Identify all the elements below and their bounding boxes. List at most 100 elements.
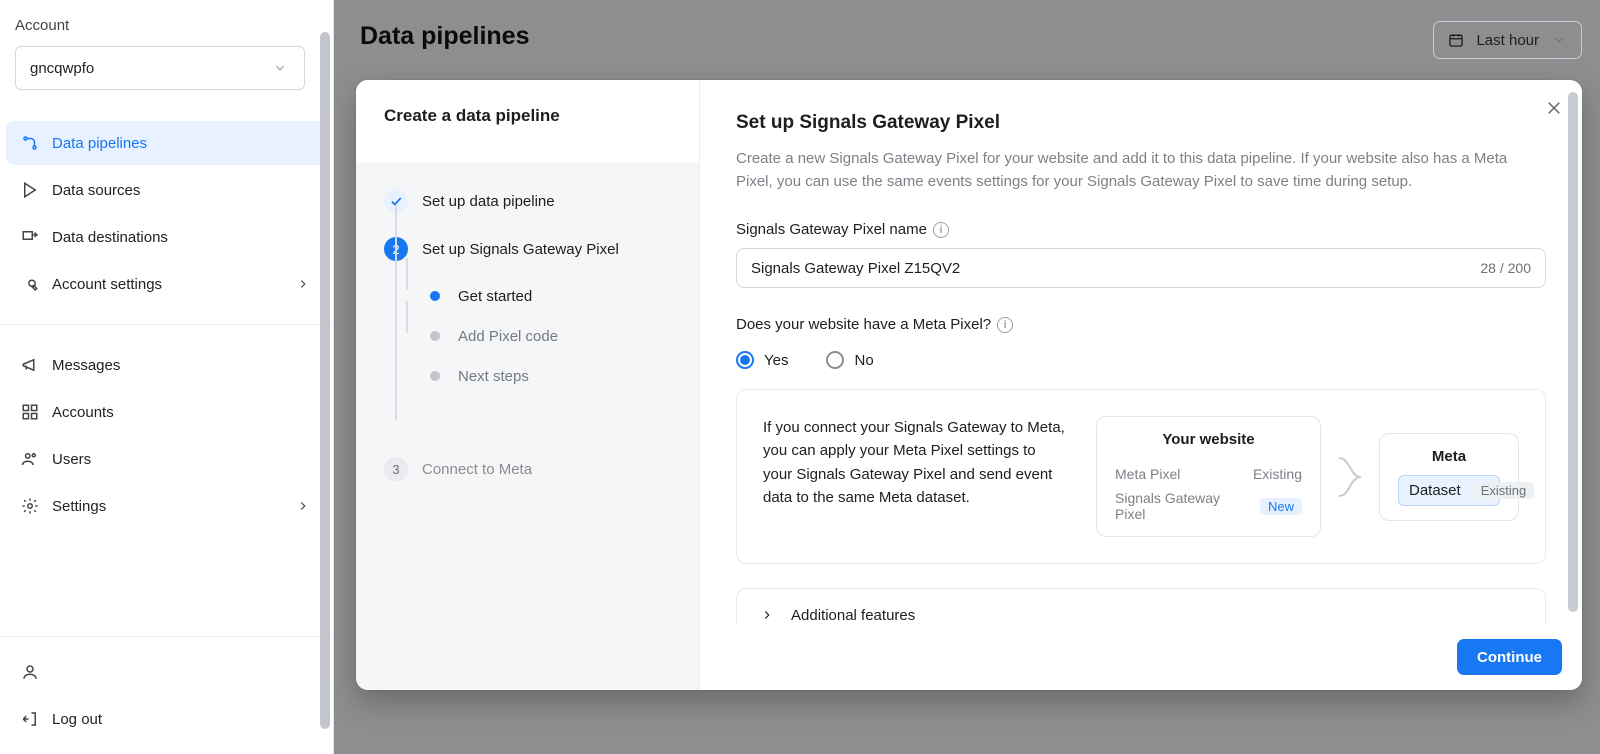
sources-icon: [20, 180, 40, 200]
step-label: Set up data pipeline: [422, 193, 555, 210]
chevron-down-icon: [270, 58, 290, 78]
chevron-right-icon: [293, 274, 313, 294]
sidebar-item-settings[interactable]: Settings: [6, 484, 327, 528]
create-pipeline-modal: Create a data pipeline Set up data pipel…: [356, 80, 1582, 690]
sidebar-item-profile[interactable]: [6, 650, 327, 694]
substep-add-pixel-code[interactable]: Add Pixel code: [384, 316, 677, 356]
radio-yes[interactable]: Yes: [736, 351, 788, 369]
modal-steps-panel: Create a data pipeline Set up data pipel…: [356, 80, 700, 690]
nav-secondary: Messages Accounts Users Settings: [0, 340, 333, 531]
radio-icon: [736, 351, 754, 369]
step-label: Connect to Meta: [422, 461, 532, 478]
sidebar-item-label: Messages: [52, 357, 120, 374]
label-text: Does your website have a Meta Pixel?: [736, 316, 991, 333]
substep-label: Get started: [458, 288, 532, 305]
modal-scrollbar[interactable]: [1568, 92, 1578, 612]
logout-icon: [20, 709, 40, 729]
dot-icon: [430, 331, 440, 341]
connection-diagram: Your website Meta Pixel Existing Signals…: [1096, 416, 1519, 537]
sidebar-item-label: Users: [52, 451, 91, 468]
connector-lines-icon: [1339, 438, 1361, 516]
existing-badge: Existing: [1473, 482, 1535, 499]
info-text: If you connect your Signals Gateway to M…: [763, 416, 1066, 537]
time-range-select[interactable]: Last hour: [1433, 21, 1582, 59]
connect-info-box: If you connect your Signals Gateway to M…: [736, 389, 1546, 564]
continue-button[interactable]: Continue: [1457, 639, 1562, 675]
sidebar-item-label: Accounts: [52, 404, 114, 421]
nav-primary: Data pipelines Data sources Data destina…: [0, 100, 333, 309]
row-label: Meta Pixel: [1115, 466, 1180, 482]
sidebar-item-label: Account settings: [52, 276, 162, 293]
new-badge: New: [1260, 498, 1302, 515]
sidebar-scrollbar[interactable]: [318, 32, 332, 729]
dataset-box: Dataset Existing: [1398, 475, 1500, 506]
substep-label: Add Pixel code: [458, 328, 558, 345]
label-text: Signals Gateway Pixel name: [736, 221, 927, 238]
row-label: Signals Gateway Pixel: [1115, 490, 1246, 522]
step-3[interactable]: 3 Connect to Meta: [384, 452, 677, 486]
time-range-label: Last hour: [1476, 32, 1539, 49]
step-1[interactable]: Set up data pipeline: [384, 184, 677, 218]
sidebar-item-accounts[interactable]: Accounts: [6, 390, 327, 434]
modal-title: Create a data pipeline: [384, 106, 677, 126]
meta-pixel-question: Does your website have a Meta Pixel? i: [736, 316, 1546, 333]
your-website-panel: Your website Meta Pixel Existing Signals…: [1096, 416, 1321, 537]
step-2[interactable]: 2 Set up Signals Gateway Pixel: [384, 232, 677, 266]
calendar-icon: [1446, 30, 1466, 50]
info-icon[interactable]: i: [997, 317, 1013, 333]
sidebar-item-logout[interactable]: Log out: [6, 697, 327, 741]
row-badge: Existing: [1253, 466, 1302, 482]
sidebar: Account gncqwpfo Data pipelines Data sou…: [0, 0, 334, 754]
radio-no[interactable]: No: [826, 351, 873, 369]
main-title: Set up Signals Gateway Pixel: [736, 112, 1546, 134]
grid-icon: [20, 402, 40, 422]
chevron-right-icon: [757, 605, 777, 625]
radio-label: Yes: [764, 352, 788, 369]
panel-title: Meta: [1398, 448, 1500, 465]
chevron-down-icon: [1549, 30, 1569, 50]
sidebar-item-label: Log out: [52, 711, 102, 728]
sidebar-item-label: Data destinations: [52, 229, 168, 246]
page-title: Data pipelines: [360, 22, 530, 51]
sidebar-item-account-settings[interactable]: Account settings: [6, 262, 327, 306]
meta-panel: Meta Dataset Existing: [1379, 433, 1519, 521]
wrench-icon: [20, 274, 40, 294]
info-icon[interactable]: i: [933, 222, 949, 238]
sidebar-item-data-destinations[interactable]: Data destinations: [6, 215, 327, 259]
dot-icon: [430, 371, 440, 381]
step-number: 3: [384, 457, 408, 481]
modal-main: Set up Signals Gateway Pixel Create a ne…: [700, 80, 1582, 690]
sidebar-bottom: Log out: [0, 636, 333, 754]
sidebar-item-data-pipelines[interactable]: Data pipelines: [6, 121, 327, 165]
substep-get-started[interactable]: Get started: [384, 276, 677, 316]
additional-label: Additional features: [791, 607, 915, 624]
sidebar-item-messages[interactable]: Messages: [6, 343, 327, 387]
step-label: Set up Signals Gateway Pixel: [422, 241, 619, 258]
account-select[interactable]: gncqwpfo: [15, 46, 305, 90]
radio-icon: [826, 351, 844, 369]
substep-next-steps[interactable]: Next steps: [384, 356, 677, 396]
destinations-icon: [20, 227, 40, 247]
dataset-label: Dataset: [1409, 482, 1461, 499]
main-description: Create a new Signals Gateway Pixel for y…: [736, 148, 1536, 193]
panel-title: Your website: [1115, 431, 1302, 448]
users-icon: [20, 449, 40, 469]
dot-icon: [430, 291, 440, 301]
pipeline-icon: [20, 133, 40, 153]
substep-label: Next steps: [458, 368, 529, 385]
sidebar-item-data-sources[interactable]: Data sources: [6, 168, 327, 212]
sidebar-item-users[interactable]: Users: [6, 437, 327, 481]
sidebar-item-label: Data pipelines: [52, 135, 147, 152]
sidebar-item-label: Data sources: [52, 182, 140, 199]
divider: [0, 324, 333, 325]
megaphone-icon: [20, 355, 40, 375]
gear-icon: [20, 496, 40, 516]
input-value: Signals Gateway Pixel Z15QV2: [751, 260, 960, 277]
modal-footer: Continue: [700, 624, 1582, 690]
chevron-right-icon: [293, 496, 313, 516]
sidebar-item-label: Settings: [52, 498, 106, 515]
user-icon: [20, 662, 40, 682]
char-counter: 28 / 200: [1480, 260, 1531, 276]
radio-label: No: [854, 352, 873, 369]
pixel-name-input[interactable]: Signals Gateway Pixel Z15QV2 28 / 200: [736, 248, 1546, 288]
